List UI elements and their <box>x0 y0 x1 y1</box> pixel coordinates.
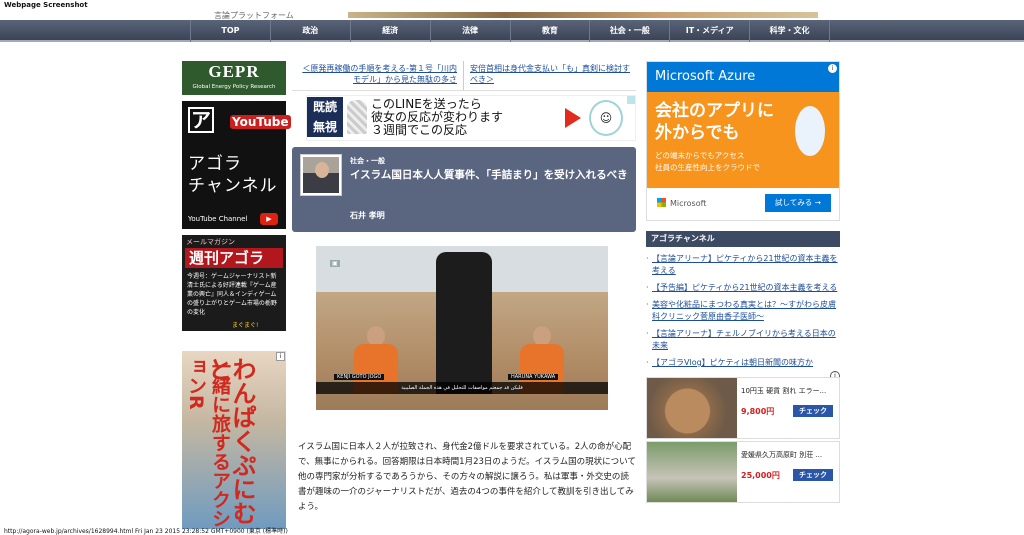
list-item[interactable]: 【アゴラVlog】ピケティは朝日新聞の味方か <box>646 357 840 369</box>
azure-subtext: どの端末からでもアクセス 社員の生産性向上をクラウドで <box>655 151 760 172</box>
article-header: 社会・一般 イスラム国日本人人質事件、「手詰まり」を受け入れるべき 石井 孝明 <box>292 147 636 232</box>
mag2-logo: まぐまぐ! <box>232 322 259 329</box>
nav-politics[interactable]: 政治 <box>271 20 351 42</box>
azure-brand: Microsoft Azure <box>647 62 839 92</box>
left-sidebar: GEPR Global Energy Policy Research ア You… <box>182 61 291 529</box>
figure-head <box>533 326 551 346</box>
game-ad[interactable]: わんぱくぷにむと 一緒に旅するアクションR i <box>182 351 286 529</box>
right-sidebar: Microsoft Azure 会社のアプリに 外からでも どの端末からでもアク… <box>646 61 840 505</box>
shop-item[interactable]: 10円玉 硬貨 割れ エラー... 9,800円 チェック <box>646 377 840 439</box>
agora-channel-list: 【言論アリーナ】ピケティから21世紀の資本主義を考える 【予告編】ピケティから2… <box>646 253 840 369</box>
mail-magazine-name: 週刊アゴラ <box>185 248 283 268</box>
image-name-right: HARUNA YUKAWA <box>508 374 559 380</box>
article-title: イスラム国日本人人質事件、「手詰まり」を受け入れるべき <box>350 169 628 181</box>
azure-ad[interactable]: Microsoft Azure 会社のアプリに 外からでも どの端末からでもアク… <box>646 61 840 221</box>
list-item[interactable]: 美容や化粧品にまつわる真実とは？～すがわら皮膚科クリニック菅原由香子医師～ <box>646 299 840 323</box>
coin-thumbnail <box>647 378 737 438</box>
nav-education[interactable]: 教育 <box>511 20 591 42</box>
gepr-banner[interactable]: GEPR Global Energy Policy Research <box>182 61 286 95</box>
line-ad[interactable]: 既読 無視 このLINEを送ったら 彼女の反応が変わります ３週間でこの反応 ☺ <box>306 95 636 141</box>
check-button[interactable]: チェック <box>793 469 833 481</box>
next-article-link[interactable]: 安倍首相は身代金支払い「も」真剣に検討すべき＞ <box>464 61 636 90</box>
gepr-title: GEPR <box>208 62 260 81</box>
villa-thumbnail <box>647 442 737 502</box>
nav-it-media[interactable]: IT・メディア <box>670 20 751 42</box>
agora-channel-title: アゴラ チャンネル <box>188 154 278 196</box>
try-it-button[interactable]: 試してみる → <box>765 194 831 212</box>
main-content: ＜原発再稼働の手順を考える-第１号「川内モデル」から見た無駄の多さ 安倍首相は身… <box>292 61 636 515</box>
nav-society[interactable]: 社会・一般 <box>590 20 671 42</box>
agora-channel-heading: アゴラチャンネル <box>646 231 840 247</box>
screenshot-label: Webpage Screenshot <box>4 1 88 9</box>
arrow-right-icon <box>565 108 581 128</box>
article-pagination: ＜原発再稼働の手順を考える-第１号「川内モデル」から見た無駄の多さ 安倍首相は身… <box>292 61 636 91</box>
agora-channel-banner[interactable]: ア YouTube アゴラ チャンネル YouTube Channel ▶ <box>182 101 291 229</box>
image-watermark: ▣ <box>330 260 340 267</box>
shop-item-price: 25,000円 <box>741 471 780 480</box>
list-item[interactable]: 【言論アリーナ】チェルノブイリから考える日本の未来 <box>646 328 840 352</box>
image-name-left: KENJI GOTO JOGO <box>334 374 385 380</box>
image-caption: فليكن قد جمعتم مواصفات للتحليل في هذه ال… <box>316 382 608 394</box>
site-tagline: 言論プラットフォーム <box>214 11 294 20</box>
nav-top[interactable]: TOP <box>190 20 271 42</box>
nav-science[interactable]: 科学・文化 <box>750 20 830 42</box>
main-nav: TOP 政治 経済 法律 教育 社会・一般 IT・メディア 科学・文化 <box>0 20 1024 42</box>
game-ad-line2: 一緒に旅するアクションR <box>185 357 231 528</box>
shopping-ad: i 10円玉 硬貨 割れ エラー... 9,800円 チェック 愛媛県久万高原町… <box>646 371 840 503</box>
ad-info-icon[interactable]: i <box>828 64 837 73</box>
figure-center <box>436 252 492 394</box>
gepr-subtitle: Global Energy Policy Research <box>192 84 276 90</box>
author-avatar <box>300 154 342 196</box>
figure-head <box>367 326 385 346</box>
line-ad-text: このLINEを送ったら 彼女の反応が変わります ３週間でこの反応 <box>371 97 504 137</box>
mail-magazine-label: メールマガジン <box>186 238 235 246</box>
ad-choices-icon[interactable] <box>627 96 635 104</box>
line-ad-character <box>347 100 367 134</box>
azure-headline: 会社のアプリに 外からでも <box>655 101 774 143</box>
article-author[interactable]: 石井 孝明 <box>350 210 385 221</box>
youtube-channel-label: YouTube Channel <box>188 215 248 223</box>
ad-info-icon[interactable]: i <box>276 352 285 361</box>
shop-item-name: 10円玉 硬貨 割れ エラー... <box>741 387 827 395</box>
play-icon: ▶ <box>260 213 278 225</box>
agora-logo-icon: ア <box>188 107 214 133</box>
microsoft-logo: Microsoft <box>657 198 706 208</box>
mail-magazine-banner[interactable]: メールマガジン 週刊アゴラ 今週号：ゲームジャーナリスト新清士氏による好評連載『… <box>182 235 286 331</box>
prev-article-link[interactable]: ＜原発再稼働の手順を考える-第１号「川内モデル」から見た無駄の多さ <box>292 61 464 90</box>
mail-magazine-body: 今週号：ゲームジャーナリスト新清士氏による好評連載『ゲーム産業の興亡』同人＆イン… <box>187 273 277 316</box>
youtube-logo: YouTube <box>230 115 291 129</box>
line-ad-badge: 既読 無視 <box>307 97 343 137</box>
list-item[interactable]: 【予告編】ピケティから21世紀の資本主義を考える <box>646 282 840 294</box>
tower-illustration <box>795 106 825 156</box>
nav-law[interactable]: 法律 <box>431 20 511 42</box>
top-strip: 言論プラットフォーム <box>190 10 830 20</box>
smiley-face-icon: ☺ <box>589 100 623 136</box>
nav-economy[interactable]: 経済 <box>351 20 431 42</box>
shop-item-price: 9,800円 <box>741 407 775 416</box>
article-category[interactable]: 社会・一般 <box>350 156 385 166</box>
shop-item-name: 愛媛県久万高原町 別荘 ... <box>741 451 823 459</box>
article-image: ▣ KENJI GOTO JOGO HARUNA YUKAWA فليكن قد… <box>316 246 608 410</box>
check-button[interactable]: チェック <box>793 405 833 417</box>
article-body: イスラム国に日本人２人が拉致され、身代金2億ドルを要求されている。2人の命が心配… <box>298 442 636 512</box>
shop-item[interactable]: 愛媛県久万高原町 別荘 ... 25,000円 チェック <box>646 441 840 503</box>
header-banner <box>348 12 818 18</box>
list-item[interactable]: 【言論アリーナ】ピケティから21世紀の資本主義を考える <box>646 253 840 277</box>
